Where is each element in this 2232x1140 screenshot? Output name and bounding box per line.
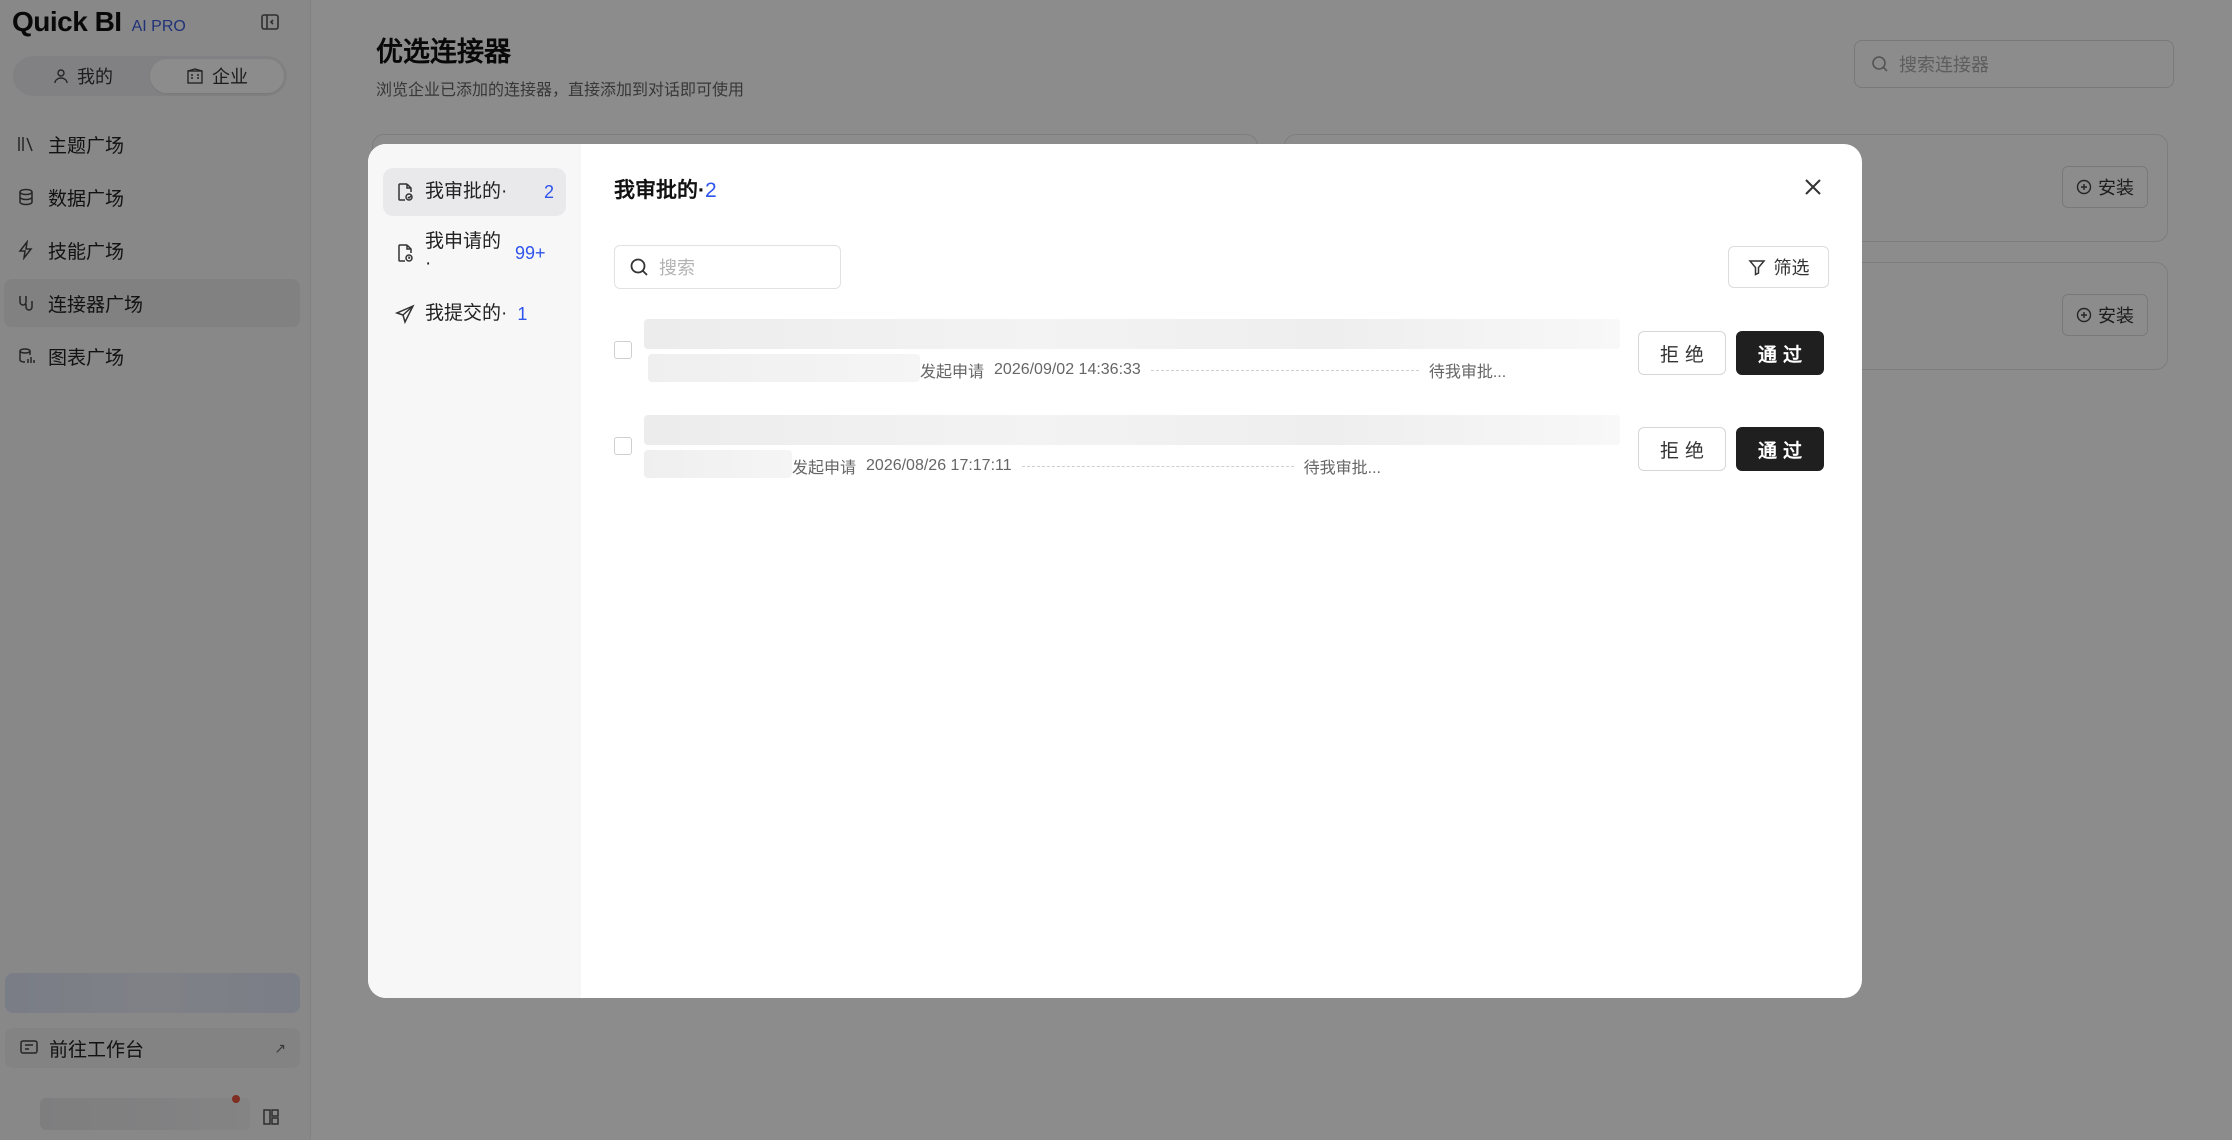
document-clock-icon xyxy=(398,244,413,262)
approval-row: 发起申请 2026/08/26 17:17:11 待我审批... 拒绝 通过 xyxy=(614,415,1830,485)
document-approve-icon xyxy=(398,183,413,201)
filter-icon xyxy=(1747,260,1766,276)
tab-my-approvals[interactable]: 我审批的· 2 xyxy=(383,168,566,216)
row-checkbox[interactable] xyxy=(614,437,632,455)
row-action: 发起申请 xyxy=(920,364,985,381)
tab-count: 1 xyxy=(517,303,528,324)
tab-my-requests[interactable]: 我申请的· 99+ xyxy=(383,223,566,283)
modal-title-text: 我审批的· xyxy=(614,179,705,202)
approval-modal: 我审批的· 2 我申请的· 99+ 我提交的· 1 我审批的·2 搜索 筛选 发… xyxy=(368,144,1862,998)
modal-title-count: 2 xyxy=(705,179,717,202)
approve-button[interactable]: 通过 xyxy=(1736,427,1824,471)
applicant-redacted xyxy=(644,450,792,478)
applicant-redacted xyxy=(648,354,920,382)
tab-label: 我审批的· xyxy=(425,181,508,202)
search-icon xyxy=(630,258,648,276)
progress-line xyxy=(1150,369,1419,371)
row-title-redacted xyxy=(644,319,1620,349)
filter-button[interactable]: 筛选 xyxy=(1728,246,1829,288)
row-title-redacted xyxy=(644,415,1620,445)
approval-search-input[interactable]: 搜索 xyxy=(614,245,841,289)
approval-row: 发起申请 2026/09/02 14:36:33 待我审批... 拒绝 通过 xyxy=(614,319,1830,389)
tab-label: 我申请的· xyxy=(425,231,502,274)
row-action: 发起申请 xyxy=(792,460,857,477)
approval-content: 我审批的·2 搜索 筛选 发起申请 2026/09/02 14:36:33 待我… xyxy=(581,144,1862,998)
send-icon xyxy=(395,304,415,324)
close-icon[interactable] xyxy=(1800,174,1826,200)
row-status: 待我审批... xyxy=(1428,364,1507,381)
row-meta: 发起申请 2026/09/02 14:36:33 待我审批... xyxy=(920,358,1506,382)
tab-label: 我提交的· xyxy=(425,303,508,324)
approve-button[interactable]: 通过 xyxy=(1736,331,1824,375)
modal-title: 我审批的·2 xyxy=(614,174,717,204)
row-timestamp: 2026/08/26 17:17:11 xyxy=(866,457,1012,474)
tab-count: 99+ xyxy=(515,242,546,263)
approval-tab-list: 我审批的· 2 我申请的· 99+ 我提交的· 1 xyxy=(368,144,581,998)
row-checkbox[interactable] xyxy=(614,341,632,359)
tab-count: 2 xyxy=(543,181,554,202)
row-meta: 发起申请 2026/08/26 17:17:11 待我审批... xyxy=(792,454,1381,478)
progress-line xyxy=(1021,465,1294,467)
row-timestamp: 2026/09/02 14:36:33 xyxy=(994,361,1141,378)
reject-button[interactable]: 拒绝 xyxy=(1638,427,1726,471)
filter-label: 筛选 xyxy=(1773,258,1810,278)
tab-my-submissions[interactable]: 我提交的· 1 xyxy=(383,290,566,338)
reject-button[interactable]: 拒绝 xyxy=(1638,331,1726,375)
row-status: 待我审批... xyxy=(1303,460,1381,477)
search-placeholder: 搜索 xyxy=(659,258,695,278)
